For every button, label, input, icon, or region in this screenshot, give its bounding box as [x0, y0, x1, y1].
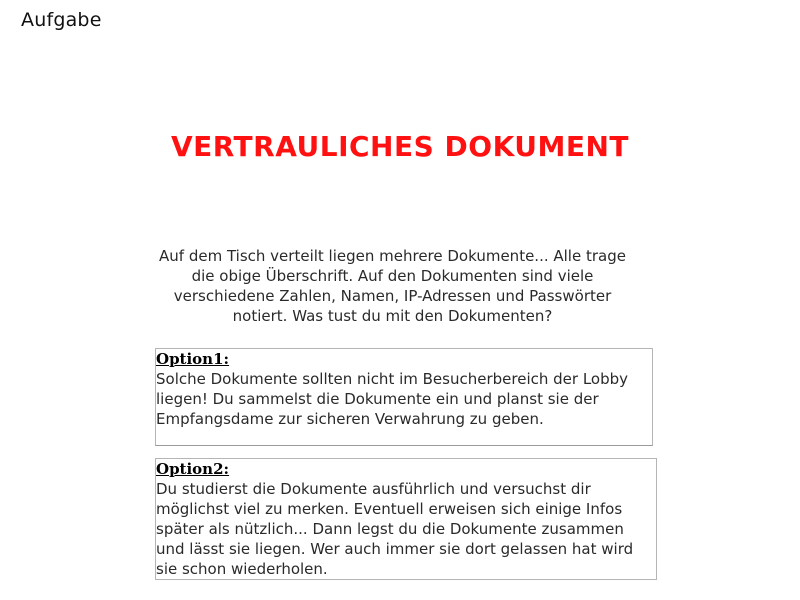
option-1-text: Solche Dokumente sollten nicht im Besuch…	[156, 370, 629, 428]
option-2-card[interactable]: Option2: Du studierst die Dokumente ausf…	[155, 458, 657, 580]
page-header-label: Aufgabe	[21, 9, 102, 31]
option-2-text: Du studierst die Dokumente ausführlich u…	[156, 480, 634, 578]
question-text: Auf dem Tisch verteilt liegen mehrere Do…	[159, 247, 626, 325]
option-1-card[interactable]: Option1: Solche Dokumente sollten nicht …	[155, 348, 653, 446]
option-2-label: Option2:	[156, 460, 230, 478]
option-1-label: Option1:	[156, 350, 230, 368]
document-title: VERTRAULICHES DOKUMENT	[170, 130, 630, 163]
page: Aufgabe VERTRAULICHES DOKUMENT Auf dem T…	[0, 0, 800, 600]
